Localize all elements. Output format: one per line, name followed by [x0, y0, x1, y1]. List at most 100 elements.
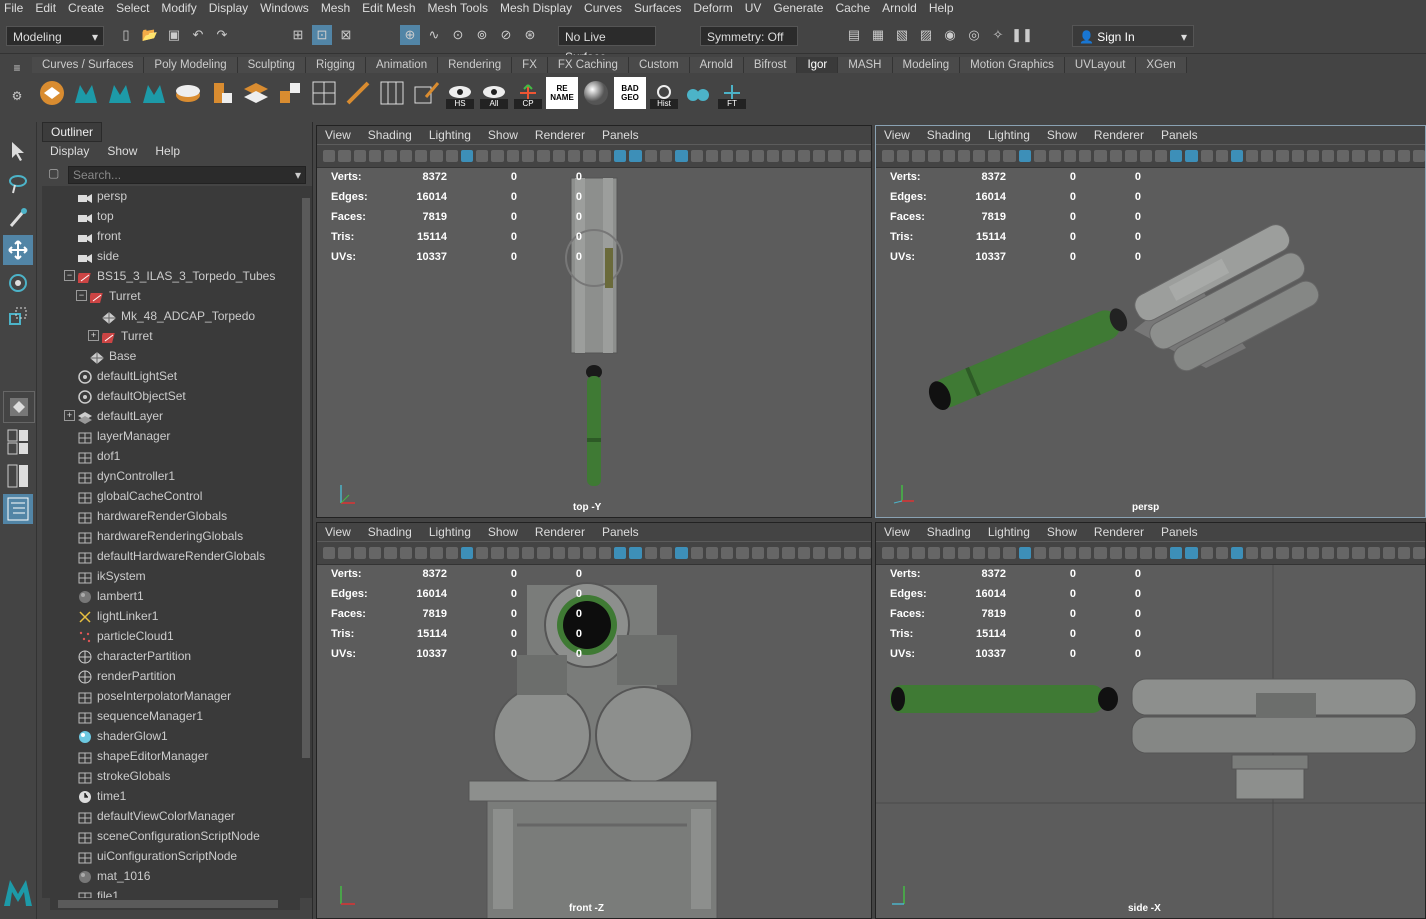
viewport-tool-icon[interactable] [384, 150, 397, 162]
menu-item[interactable]: File [0, 1, 31, 15]
viewport-tool-icon[interactable] [1018, 150, 1031, 162]
viewport-tool-icon[interactable] [813, 150, 826, 162]
viewport-tool-icon[interactable] [613, 150, 627, 162]
viewport-tool-icon[interactable] [1094, 547, 1107, 559]
shelf-tab[interactable]: Igor [797, 57, 839, 73]
shelf-tab[interactable]: MASH [838, 57, 893, 73]
viewport-tool-icon[interactable] [1048, 547, 1062, 559]
viewport-tool-icon[interactable] [957, 150, 971, 162]
edit-grid-icon[interactable] [410, 77, 442, 109]
viewport-tool-icon[interactable] [828, 150, 841, 162]
viewport-tool-icon[interactable] [598, 547, 611, 559]
viewport-menu-item[interactable]: Lighting [980, 126, 1039, 144]
viewport-tool-icon[interactable] [1048, 150, 1062, 162]
menu-item[interactable]: Generate [769, 1, 831, 15]
light-editor-icon[interactable]: ✧ [988, 25, 1008, 45]
outliner-item[interactable]: uiConfigurationScriptNode [78, 846, 237, 866]
outliner-item[interactable]: defaultObjectSet [78, 386, 186, 406]
viewport-tool-icon[interactable] [1397, 150, 1411, 162]
viewport-tool-icon[interactable] [912, 547, 925, 559]
viewport-tool-icon[interactable] [1246, 150, 1259, 162]
menu-item[interactable]: Select [112, 1, 157, 15]
viewport-tool-icon[interactable] [705, 150, 719, 162]
viewport-tool-icon[interactable] [476, 547, 489, 559]
viewport-tool-icon[interactable] [1230, 150, 1244, 162]
viewport-tool-icon[interactable] [1018, 547, 1031, 559]
viewport-menu-item[interactable]: Renderer [527, 523, 594, 541]
snap-point-icon[interactable]: ⊙ [448, 25, 468, 45]
outliner-title[interactable]: Outliner [42, 122, 103, 142]
viewport-tool-icon[interactable] [675, 150, 688, 162]
viewport-tool-icon[interactable] [1230, 547, 1244, 559]
viewport-tool-icon[interactable] [384, 547, 397, 559]
select-tool-icon[interactable] [3, 136, 33, 166]
maya-logo-tool-icon[interactable] [138, 77, 170, 109]
outliner-item[interactable]: globalCacheControl [78, 486, 202, 506]
new-scene-icon[interactable]: ▯ [116, 25, 136, 45]
outliner-menu-item[interactable]: Show [99, 142, 147, 160]
viewport-tool-icon[interactable] [1079, 547, 1092, 559]
viewport-tool-icon[interactable] [1064, 150, 1077, 162]
outliner-menu-item[interactable]: Help [147, 142, 190, 160]
viewport-tool-icon[interactable] [1079, 150, 1092, 162]
two-pane-layout-icon[interactable] [3, 461, 33, 491]
viewport-tool-icon[interactable] [973, 547, 986, 559]
outliner-item[interactable]: shapeEditorManager [78, 746, 208, 766]
viewport-tool-icon[interactable] [583, 547, 596, 559]
collapse-icon[interactable]: − [64, 270, 75, 281]
render-setup-icon[interactable]: ◎ [964, 25, 984, 45]
viewport-tool-icon[interactable] [568, 150, 581, 162]
shelf-tab[interactable]: Rigging [305, 57, 366, 73]
gear-icon[interactable]: ⚙ [4, 89, 30, 103]
viewport-tool-icon[interactable] [1261, 547, 1274, 559]
viewport-menu-item[interactable]: Show [480, 126, 527, 144]
outliner-item[interactable]: file1 [78, 886, 119, 898]
viewport-tool-icon[interactable] [506, 150, 520, 162]
snap-grid-icon[interactable]: ⊕ [400, 25, 420, 45]
viewport-tool-icon[interactable] [1337, 150, 1350, 162]
scale-tool-icon[interactable] [3, 301, 33, 331]
shelf-tab[interactable]: XGen [1136, 57, 1187, 73]
viewport-front[interactable]: View Shading Lighting Show Renderer Panels Ve… [316, 522, 872, 919]
history-icon[interactable]: Hist [648, 77, 680, 109]
outliner-search-input[interactable]: Search... ▾ [68, 166, 306, 184]
outliner-item[interactable]: front [78, 226, 121, 246]
single-pane-layout-icon[interactable] [3, 391, 35, 423]
viewport-tool-icon[interactable] [690, 150, 703, 162]
viewport-tool-icon[interactable] [445, 150, 458, 162]
viewport-tool-icon[interactable] [368, 547, 382, 559]
viewport-tool-icon[interactable] [1064, 547, 1077, 559]
lasso-tool-icon[interactable] [3, 169, 33, 199]
viewport-tool-icon[interactable] [1367, 150, 1380, 162]
scroll-thumb[interactable] [58, 900, 278, 908]
viewport-tool-icon[interactable] [537, 150, 550, 162]
viewport-tool-icon[interactable] [1185, 150, 1198, 162]
outliner-item[interactable]: persp [78, 186, 127, 206]
outliner-item[interactable]: characterPartition [78, 646, 191, 666]
viewport-tool-icon[interactable] [858, 150, 871, 162]
viewport-side[interactable]: View Shading Lighting Show Renderer Panels Ve… [875, 522, 1426, 919]
shelf-tab[interactable]: FX Caching [547, 57, 629, 73]
viewport-tool-icon[interactable] [705, 547, 719, 559]
viewport-tool-icon[interactable] [882, 547, 895, 559]
hypershade-icon[interactable]: ◉ [940, 25, 960, 45]
viewport-tool-icon[interactable] [1033, 547, 1046, 559]
viewport-tool-icon[interactable] [751, 547, 765, 559]
viewport-tool-icon[interactable] [460, 547, 474, 559]
sphere-icon[interactable] [580, 77, 612, 109]
shelf-tab[interactable]: UVLayout [1064, 57, 1137, 73]
viewport-tool-icon[interactable] [644, 150, 657, 162]
viewport-tool-icon[interactable] [1397, 547, 1411, 559]
menu-item[interactable]: Deform [689, 1, 740, 15]
viewport-tool-icon[interactable] [568, 547, 581, 559]
viewport-tool-icon[interactable] [613, 547, 627, 559]
snap-surface-icon[interactable]: ⊘ [496, 25, 516, 45]
viewport-tool-icon[interactable] [1413, 547, 1425, 559]
viewport-tool-icon[interactable] [1170, 547, 1183, 559]
center-pivot-icon[interactable]: CP [512, 77, 544, 109]
viewport-tool-icon[interactable] [1200, 150, 1213, 162]
viewport-tool-icon[interactable] [858, 547, 871, 559]
viewport-menu-item[interactable]: Renderer [1086, 523, 1153, 541]
viewport-tool-icon[interactable] [460, 150, 474, 162]
symmetry-dropdown[interactable]: Symmetry: Off [700, 26, 798, 46]
